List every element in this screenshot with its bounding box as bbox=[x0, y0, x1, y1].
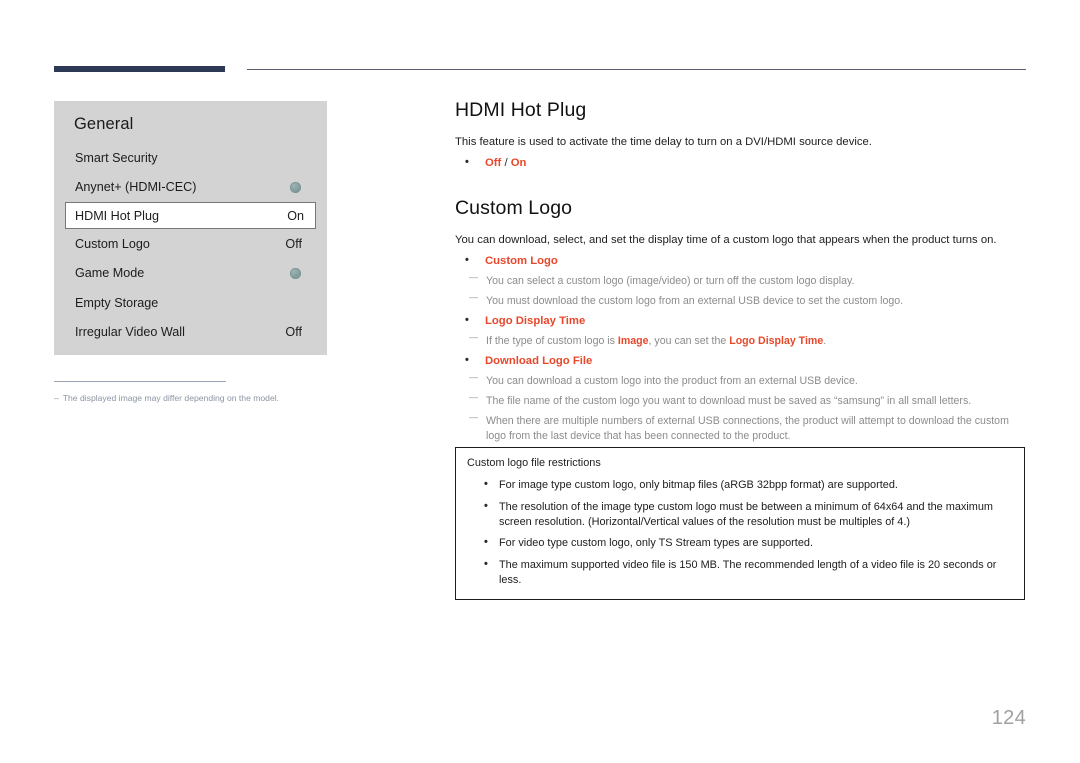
menu-item-label: Anynet+ (HDMI-CEC) bbox=[75, 180, 197, 195]
footnote-dash: – bbox=[54, 393, 59, 403]
note-highlight-logo-display-time: Logo Display Time bbox=[729, 335, 824, 347]
note-logo-display-time-1: If the type of custom logo is Image, you… bbox=[455, 330, 1027, 349]
toggle-dot-icon[interactable] bbox=[290, 267, 301, 279]
bullet-custom-logo: Custom Logo bbox=[455, 252, 1027, 269]
note-download-logo-file-1: You can download a custom logo into the … bbox=[455, 370, 1027, 389]
menu-item-custom-logo[interactable]: Custom Logo Off bbox=[54, 229, 327, 259]
restrictions-list: For image type custom logo, only bitmap … bbox=[467, 477, 1012, 588]
note-download-logo-file-3: When there are multiple numbers of exter… bbox=[455, 410, 1027, 444]
restriction-item: The maximum supported video file is 150 … bbox=[467, 557, 1012, 588]
restriction-item: The resolution of the image type custom … bbox=[467, 499, 1012, 530]
option-on: On bbox=[510, 157, 527, 169]
menu-item-value: On bbox=[287, 208, 304, 223]
note-custom-logo-2: You must download the custom logo from a… bbox=[455, 290, 1027, 309]
note-text-mid: , you can set the bbox=[648, 335, 730, 347]
menu-item-label: Game Mode bbox=[75, 266, 145, 281]
note-custom-logo-1: You can select a custom logo (image/vide… bbox=[455, 270, 1027, 289]
custom-logo-restrictions-box: Custom logo file restrictions For image … bbox=[455, 447, 1025, 600]
menu-item-label: Custom Logo bbox=[75, 236, 150, 251]
menu-item-label: HDMI Hot Plug bbox=[75, 208, 159, 223]
footnote-divider bbox=[54, 381, 226, 382]
section-lede-custom-logo: You can download, select, and set the di… bbox=[455, 234, 997, 246]
footnote-text: The displayed image may differ depending… bbox=[62, 393, 280, 403]
section-title-custom-logo: Custom Logo bbox=[455, 197, 573, 219]
document-page: General Smart Security Anynet+ (HDMI-CEC… bbox=[0, 0, 1080, 763]
page-number: 124 bbox=[991, 707, 1026, 729]
menu-item-empty-storage[interactable]: Empty Storage bbox=[54, 288, 327, 318]
note-text-post: . bbox=[823, 335, 827, 347]
option-list-hdmi-hot-plug: Off / On bbox=[455, 154, 1027, 171]
menu-item-label: Irregular Video Wall bbox=[75, 325, 185, 340]
toggle-dot-icon[interactable] bbox=[290, 181, 301, 193]
section-lede-hdmi-hot-plug: This feature is used to activate the tim… bbox=[455, 136, 872, 148]
osd-menu-list: Smart Security Anynet+ (HDMI-CEC) HDMI H… bbox=[54, 143, 327, 347]
option-off-on: Off / On bbox=[455, 154, 1027, 171]
note-highlight-image: Image bbox=[617, 335, 649, 347]
restrictions-title: Custom logo file restrictions bbox=[467, 457, 601, 469]
note-text-pre: If the type of custom logo is bbox=[486, 335, 618, 347]
restriction-item: For video type custom logo, only TS Stre… bbox=[467, 535, 1012, 551]
menu-item-smart-security[interactable]: Smart Security bbox=[54, 143, 327, 173]
content-column: HDMI Hot Plug This feature is used to ac… bbox=[455, 98, 1027, 444]
menu-item-label: Empty Storage bbox=[75, 295, 159, 310]
menu-item-irregular-video-wall[interactable]: Irregular Video Wall Off bbox=[54, 318, 327, 348]
note-download-logo-file-2: The file name of the custom logo you wan… bbox=[455, 390, 1027, 409]
menu-item-anynet[interactable]: Anynet+ (HDMI-CEC) bbox=[54, 173, 327, 203]
header-rule bbox=[247, 69, 1026, 70]
menu-item-label: Smart Security bbox=[75, 150, 158, 165]
bullet-logo-display-time: Logo Display Time bbox=[455, 312, 1027, 329]
menu-item-hdmi-hot-plug[interactable]: HDMI Hot Plug On bbox=[65, 202, 316, 229]
osd-menu-panel: General Smart Security Anynet+ (HDMI-CEC… bbox=[54, 101, 327, 355]
header-accent-bar bbox=[54, 66, 225, 72]
restriction-item: For image type custom logo, only bitmap … bbox=[467, 477, 1012, 493]
menu-item-game-mode[interactable]: Game Mode bbox=[54, 259, 327, 289]
bullet-download-logo-file: Download Logo File bbox=[455, 352, 1027, 369]
section-title-hdmi-hot-plug: HDMI Hot Plug bbox=[455, 99, 587, 121]
menu-item-value: Off bbox=[285, 325, 302, 340]
option-separator: / bbox=[501, 157, 511, 169]
footnote: – The displayed image may differ dependin… bbox=[54, 392, 384, 405]
option-off: Off bbox=[485, 157, 502, 169]
osd-menu-title: General bbox=[74, 115, 134, 133]
custom-logo-bullet-list: Custom Logo You can select a custom logo… bbox=[455, 252, 1027, 444]
menu-item-value: Off bbox=[285, 236, 302, 251]
